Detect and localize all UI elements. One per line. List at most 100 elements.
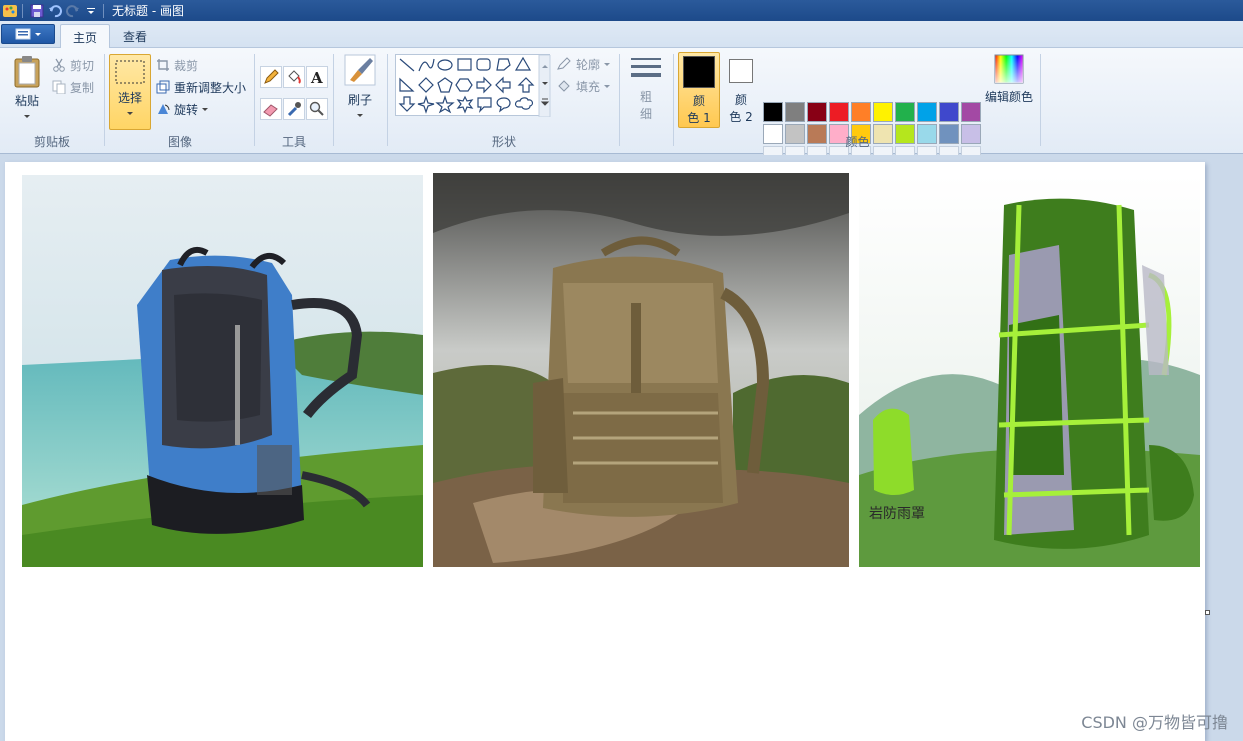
size-button[interactable]: 粗 细 [626, 56, 666, 122]
color-picker-tool[interactable] [283, 98, 305, 120]
select-button[interactable]: 选择 [109, 54, 151, 130]
line-width-icon [631, 58, 661, 77]
text-tool[interactable]: A [306, 66, 328, 88]
left-arrow-shape-icon [495, 76, 511, 94]
triangle-shape-icon [514, 56, 532, 71]
four-point-star-shape-icon [417, 95, 435, 114]
redo-icon[interactable] [65, 3, 81, 19]
workspace: 岩防雨罩 CSDN @万物皆可撸 [0, 155, 1243, 741]
paint-menu-button[interactable] [1, 24, 55, 44]
rain-cover-caption: 岩防雨罩 [869, 506, 925, 522]
size-label-line1: 粗 [639, 90, 652, 104]
hexagon-shape-icon [455, 78, 473, 92]
chevron-down-icon [35, 32, 41, 36]
group-divider [387, 54, 388, 146]
eraser-icon [263, 104, 278, 117]
down-arrow-shape-icon [398, 96, 416, 112]
paint-bucket-icon [288, 70, 301, 84]
rotate-label: 旋转 [174, 102, 199, 117]
paint-app-icon[interactable] [2, 3, 18, 19]
chevron-down-icon [604, 84, 611, 88]
text-a-icon: A [310, 69, 323, 85]
undo-icon[interactable] [47, 3, 63, 19]
pencil-icon [264, 69, 279, 84]
colors-group-label: 颜色 [845, 135, 870, 149]
clipboard-icon [14, 56, 40, 88]
size-label-line2: 细 [639, 107, 652, 121]
pentagon-shape-icon [437, 77, 453, 93]
window-title: 无标题 - 画图 [112, 4, 184, 18]
oval-callout-shape-icon [496, 97, 511, 113]
paste-label: 粘贴 [14, 94, 39, 108]
image-tactical-backpack [433, 173, 849, 567]
brushes-button[interactable]: 刷子 [341, 54, 379, 117]
magnifier-icon [309, 101, 324, 116]
oval-shape-icon [437, 59, 453, 71]
copy-label: 复制 [70, 80, 95, 95]
fill-label: 填充 [576, 79, 601, 94]
group-divider [104, 54, 105, 146]
curve-shape-icon [418, 58, 435, 72]
chevron-down-icon [127, 112, 133, 115]
svg-text:A: A [310, 69, 323, 85]
shapes-group-label: 形状 [491, 135, 516, 149]
eraser-tool[interactable] [260, 98, 282, 120]
resize-button[interactable]: 重新调整大小 [156, 77, 246, 97]
save-icon[interactable] [29, 3, 45, 19]
magnifier-tool[interactable] [306, 98, 328, 120]
six-point-star-shape-icon [456, 95, 474, 114]
chevron-down-icon [24, 115, 30, 118]
chevron-down-icon [357, 114, 363, 117]
group-divider [1040, 54, 1041, 146]
select-label: 选择 [117, 91, 142, 105]
image-group-label: 图像 [167, 135, 192, 149]
drawing-canvas[interactable]: 岩防雨罩 [5, 162, 1205, 741]
cloud-callout-shape-icon [514, 97, 534, 110]
tab-home[interactable]: 主页 [60, 24, 111, 49]
resize-label: 重新调整大小 [174, 80, 247, 95]
fill-bucket-icon [558, 80, 570, 92]
tools-group: A 工具 [256, 50, 332, 152]
right-triangle-shape-icon [399, 77, 415, 92]
image-group: 选择 裁剪 重新调整大小 旋转 图像 [106, 50, 254, 152]
crop-icon [157, 59, 169, 71]
ribbon-tab-row: 主页 查看 [0, 21, 1243, 49]
outline-button[interactable]: 轮廓 [556, 54, 611, 74]
qa-separator [103, 3, 104, 18]
fill-button[interactable]: 填充 [556, 76, 611, 96]
resize-icon [156, 80, 170, 94]
polygon-shape-icon [496, 58, 511, 71]
clipboard-group-label: 剪贴板 [33, 135, 70, 149]
brushes-group: 刷子 [335, 50, 385, 152]
rotate-button[interactable]: 旋转 [156, 99, 209, 119]
customize-toolbar-icon[interactable] [83, 3, 99, 19]
scissors-icon [53, 58, 65, 72]
shapes-gallery [395, 54, 551, 118]
group-divider [619, 54, 620, 146]
eyedropper-icon [287, 102, 301, 117]
group-divider [673, 54, 674, 146]
outline-label: 轮廓 [576, 57, 601, 72]
fill-tool[interactable] [283, 66, 305, 88]
rounded-rectangle-shape-icon [476, 58, 491, 71]
right-arrow-shape-icon [476, 76, 492, 94]
paste-button[interactable]: 粘贴 [8, 54, 46, 118]
pencil-tool[interactable] [260, 66, 282, 88]
brushes-label: 刷子 [347, 93, 372, 107]
five-point-star-shape-icon [435, 95, 455, 114]
rect-callout-shape-icon [477, 97, 492, 113]
cut-label: 剪切 [70, 58, 95, 73]
copy-button[interactable]: 复制 [52, 77, 94, 97]
image-blue-backpack [22, 175, 423, 567]
crop-button[interactable]: 裁剪 [156, 55, 198, 75]
up-arrow-shape-icon [517, 77, 535, 93]
watermark-text: CSDN @万物皆可撸 [1081, 713, 1228, 732]
canvas-resize-handle[interactable] [1205, 610, 1210, 615]
colors-group: 颜色 [675, 50, 1040, 152]
tab-view[interactable]: 查看 [111, 24, 159, 48]
qa-separator [22, 3, 23, 18]
cut-button[interactable]: 剪切 [52, 55, 94, 75]
title-bar: 无标题 - 画图 [0, 0, 1243, 21]
group-divider [333, 54, 334, 146]
crop-label: 裁剪 [174, 58, 199, 73]
